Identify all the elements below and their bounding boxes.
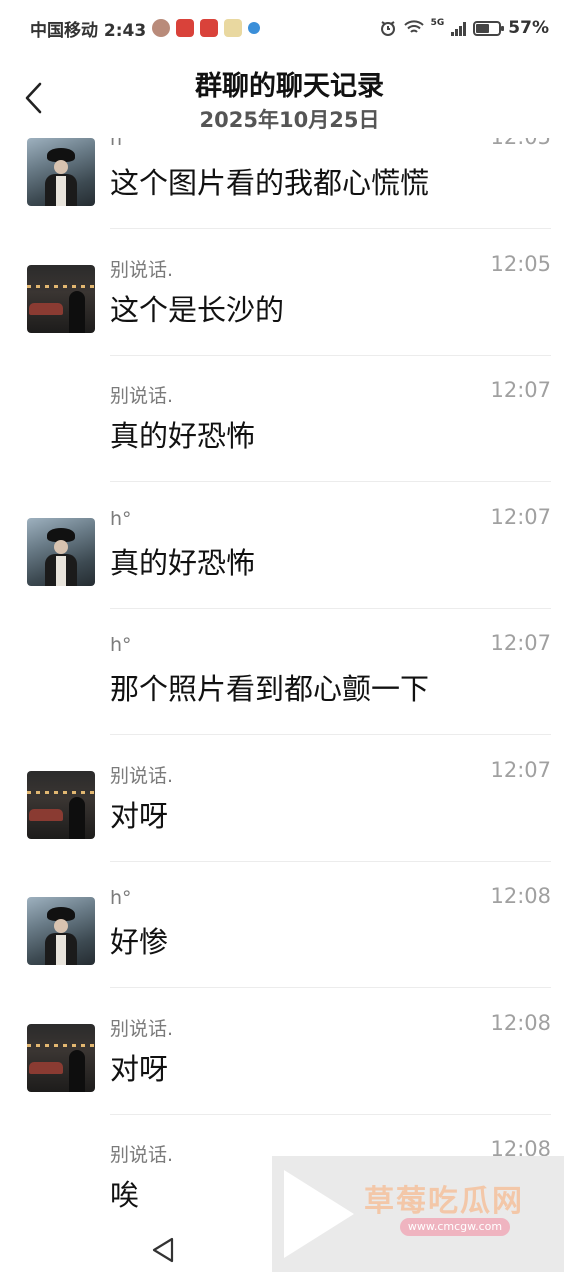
page-date: 2025年10月25日: [199, 108, 380, 132]
message-time: 12:08: [490, 884, 551, 908]
chat-message[interactable]: 别说话. 12:07 真的好恐怖: [0, 378, 579, 507]
sender-name: h°: [110, 634, 132, 656]
red-app-icon: [176, 19, 195, 37]
status-bar: 中国移动 2:43 5G 57%: [0, 0, 579, 56]
message-text: 对呀: [110, 1051, 169, 1086]
message-text: 真的好恐怖: [110, 545, 256, 580]
sender-name: 别说话.: [110, 1144, 174, 1166]
divider: [110, 734, 551, 735]
wifi-icon: [403, 20, 424, 33]
triangle-back-icon[interactable]: [150, 1236, 176, 1264]
chat-message[interactable]: h° 12:07 真的好恐怖: [0, 504, 579, 634]
chat-message[interactable]: 别说话. 12:05 这个是长沙的: [0, 251, 579, 381]
signal-icon: [451, 20, 467, 36]
message-time: 12:07: [490, 504, 551, 529]
divider: [110, 481, 551, 482]
divider: [110, 607, 551, 609]
bird-app-icon: [224, 19, 243, 37]
message-time: 12:05: [490, 138, 551, 149]
chat-message[interactable]: h° 12:08 好惨: [0, 884, 579, 1013]
avatar[interactable]: [27, 264, 95, 333]
message-time: 12:07: [490, 757, 551, 782]
divider: [110, 987, 551, 988]
message-text: 这个图片看的我都心慌慌: [110, 166, 430, 200]
message-time: 12:08: [490, 1010, 551, 1035]
page-title: 群聊的聊天记录: [195, 71, 384, 102]
message-text: 那个照片看到都心颤一下: [110, 672, 430, 706]
avatar[interactable]: [27, 517, 95, 586]
sender-name: 别说话.: [110, 764, 174, 787]
chat-message[interactable]: 别说话. 12:08 对呀: [0, 1010, 579, 1140]
status-right: 5G 57%: [379, 18, 549, 38]
sender-name: 别说话.: [110, 258, 174, 281]
carrier-time: 中国移动 2:43: [30, 20, 147, 41]
avatar[interactable]: [27, 770, 95, 839]
blue-dot-app-icon: [248, 22, 261, 34]
sender-name: h°: [110, 507, 132, 530]
divider: [110, 1113, 551, 1115]
sender-name: h°: [110, 887, 132, 909]
avatar-app-icon: [152, 19, 171, 37]
status-left: 中国移动 2:43: [30, 16, 261, 41]
sender-name: 别说话.: [110, 385, 174, 407]
message-text: 真的好恐怖: [110, 419, 256, 453]
message-time: 12:07: [490, 378, 551, 402]
divider: [110, 228, 551, 229]
alarm-icon: [380, 21, 395, 36]
chat-message[interactable]: h° 12:05 这个图片看的我都心慌慌: [0, 138, 579, 254]
avatar[interactable]: [27, 897, 95, 965]
message-list[interactable]: h°12:05这个图片看的我都心慌慌别说话.12:05这个是长沙的别说话.12:…: [0, 138, 579, 1208]
divider: [110, 860, 551, 862]
divider: [110, 354, 551, 356]
chat-message[interactable]: h° 12:07 那个照片看到都心颤一下: [0, 631, 579, 760]
system-nav-bar: [0, 1212, 579, 1280]
battery-percent: 57%: [508, 18, 549, 38]
sender-name: 别说话.: [110, 1017, 174, 1040]
battery-fill: [476, 23, 489, 33]
message-text: 这个是长沙的: [110, 292, 285, 327]
sender-name: h°: [110, 138, 132, 150]
network-label: 5G: [430, 18, 445, 28]
battery-icon: [473, 20, 505, 36]
message-time: 12:05: [490, 251, 551, 276]
message-text: 对呀: [110, 798, 169, 833]
avatar[interactable]: [27, 1023, 95, 1092]
avatar[interactable]: [27, 138, 95, 206]
chat-message[interactable]: 别说话. 12:07 对呀: [0, 757, 579, 887]
message-time: 12:07: [490, 631, 551, 655]
message-text: 唉: [110, 1178, 140, 1208]
red-app-icon: [200, 19, 219, 37]
chat-history-header: 群聊的聊天记录 2025年10月25日: [0, 56, 579, 138]
message-text: 好惨: [110, 925, 169, 959]
